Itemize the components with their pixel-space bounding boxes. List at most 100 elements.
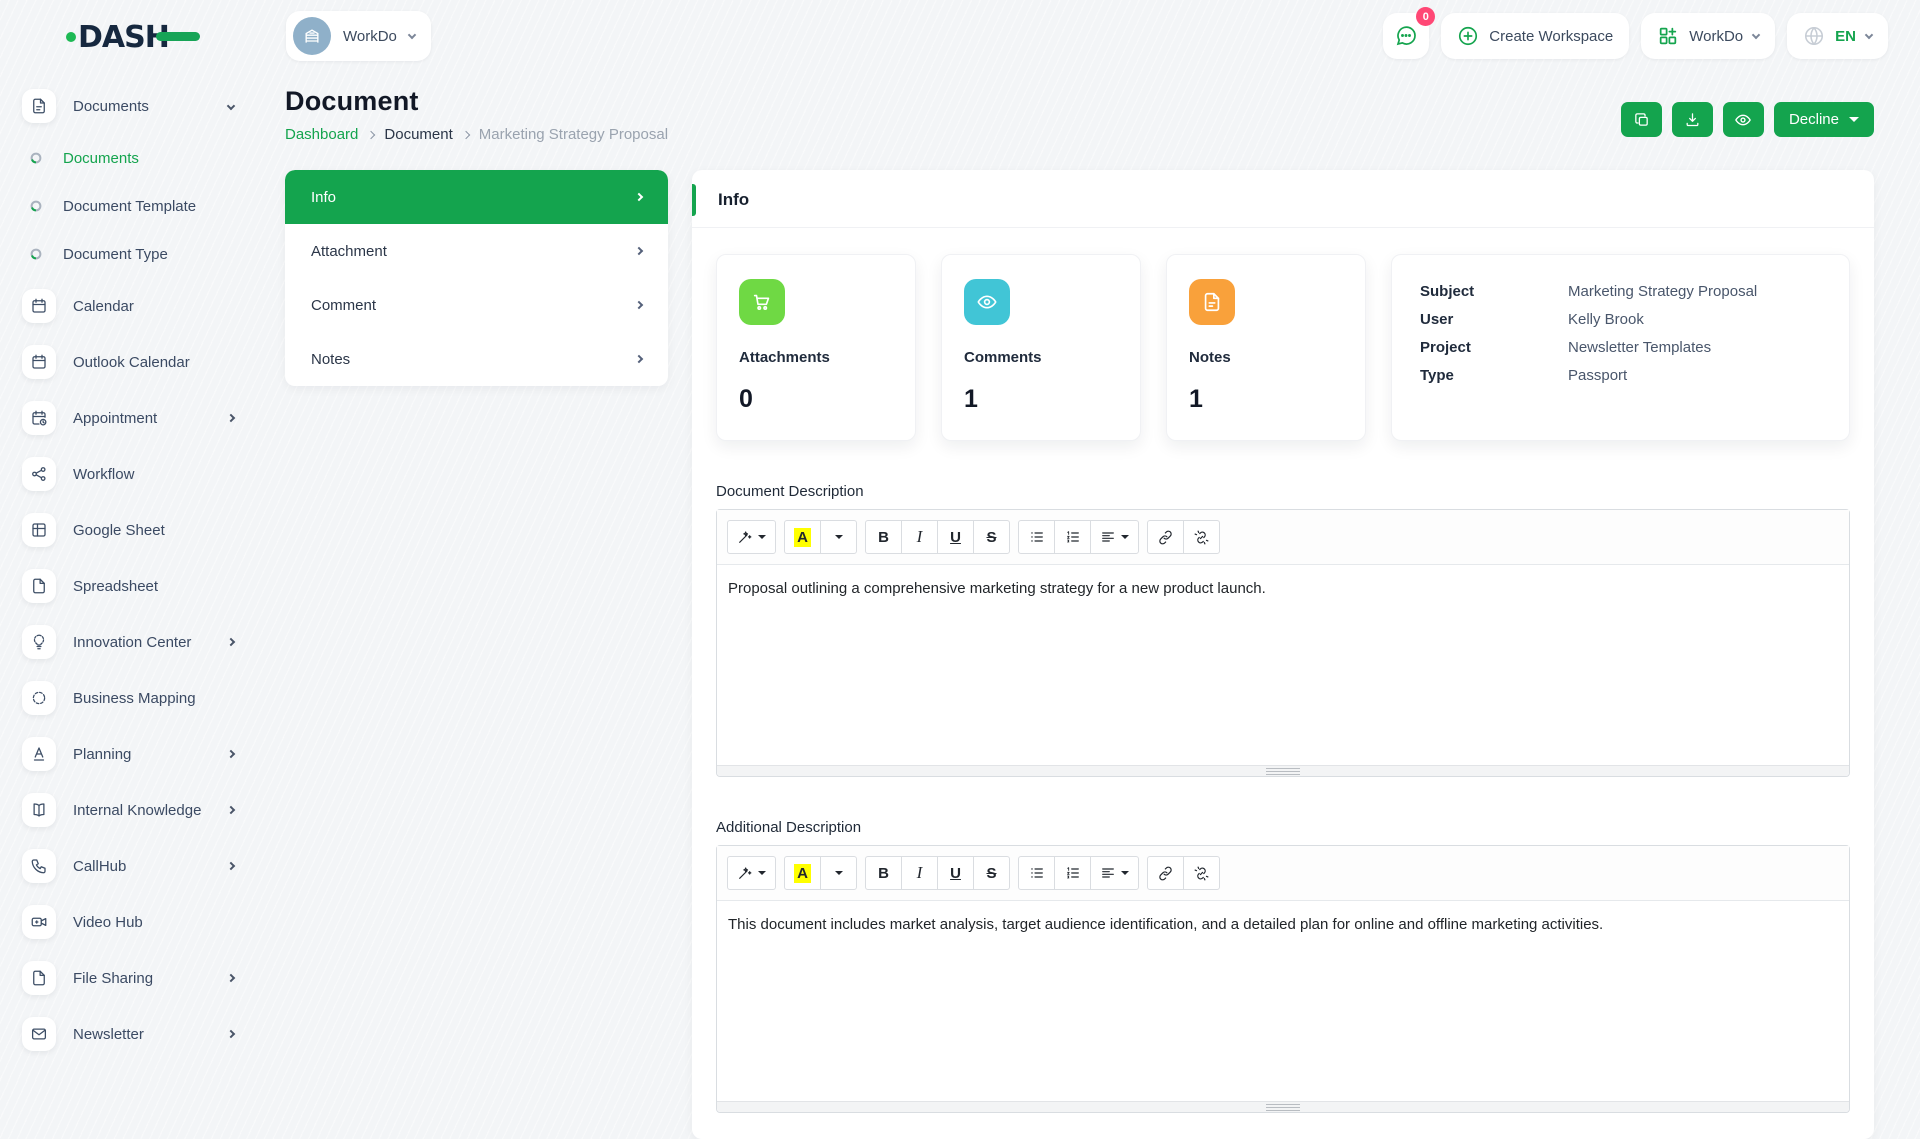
bold-button[interactable]: B bbox=[865, 856, 902, 890]
info-panel-header: Info bbox=[692, 170, 1874, 228]
italic-icon: I bbox=[916, 863, 923, 882]
link-icon bbox=[1157, 529, 1174, 546]
document-description-content[interactable]: Proposal outlining a comprehensive marke… bbox=[717, 565, 1849, 765]
sidebar-item-workflow[interactable]: Workflow bbox=[0, 446, 262, 502]
sidebar-item-spreadsheet[interactable]: Spreadsheet bbox=[0, 558, 262, 614]
sidebar-item-outlook-calendar[interactable]: Outlook Calendar bbox=[0, 334, 262, 390]
sidebar-item-document-type[interactable]: Document Type bbox=[0, 230, 262, 278]
strikethrough-button[interactable]: S bbox=[973, 520, 1010, 554]
detail-value: Marketing Strategy Proposal bbox=[1568, 283, 1758, 300]
sidebar-item-innovation-center[interactable]: Innovation Center bbox=[0, 614, 262, 670]
additional-description-content[interactable]: This document includes market analysis, … bbox=[717, 901, 1849, 1101]
tab-comment[interactable]: Comment bbox=[285, 278, 668, 332]
ordered-list-button[interactable] bbox=[1054, 520, 1091, 554]
tab-notes[interactable]: Notes bbox=[285, 332, 668, 386]
video-camera-icon bbox=[22, 905, 56, 939]
detail-label: Subject bbox=[1420, 283, 1475, 300]
sidebar-item-label: Google Sheet bbox=[73, 521, 165, 539]
document-description-editor: A B I U S Proposal outlining a comprehen… bbox=[716, 509, 1850, 777]
editor-resize-bar[interactable] bbox=[717, 1101, 1849, 1112]
workflow-icon bbox=[22, 457, 56, 491]
sidebar-item-internal-knowledge[interactable]: Internal Knowledge bbox=[0, 782, 262, 838]
tab-info[interactable]: Info bbox=[285, 170, 668, 224]
sidebar-item-newsletter[interactable]: Newsletter bbox=[0, 1006, 262, 1062]
ordered-list-button[interactable] bbox=[1054, 856, 1091, 890]
font-color-dropdown[interactable] bbox=[820, 856, 857, 890]
sidebar-item-calendar[interactable]: Calendar bbox=[0, 278, 262, 334]
sidebar-item-callhub[interactable]: CallHub bbox=[0, 838, 262, 894]
attachments-stat-card: Attachments 0 bbox=[716, 254, 916, 441]
font-color-dropdown[interactable] bbox=[820, 520, 857, 554]
sidebar-item-label: Innovation Center bbox=[73, 633, 192, 651]
workdo-menu-label: WorkDo bbox=[1689, 27, 1744, 45]
bold-button[interactable]: B bbox=[865, 520, 902, 554]
info-panel-title: Info bbox=[718, 190, 750, 209]
underline-button[interactable]: U bbox=[937, 856, 974, 890]
calendar-icon bbox=[22, 289, 56, 323]
sidebar-item-business-mapping[interactable]: Business Mapping bbox=[0, 670, 262, 726]
unlink-button[interactable] bbox=[1183, 520, 1220, 554]
create-workspace-button[interactable]: Create Workspace bbox=[1441, 13, 1630, 59]
info-panel: Info Attachments 0 Comments 1 Notes 1 Su… bbox=[692, 170, 1874, 1139]
detail-label: Type bbox=[1420, 367, 1454, 384]
table-icon bbox=[22, 513, 56, 547]
sidebar-item-file-sharing[interactable]: File Sharing bbox=[0, 950, 262, 1006]
editor-resize-bar[interactable] bbox=[717, 765, 1849, 776]
link-button[interactable] bbox=[1147, 856, 1184, 890]
copy-button[interactable] bbox=[1620, 102, 1662, 137]
paragraph-align-button[interactable] bbox=[1090, 856, 1139, 890]
style-button[interactable] bbox=[727, 856, 776, 890]
ordered-list-icon bbox=[1065, 529, 1081, 545]
unlink-icon bbox=[1193, 529, 1210, 546]
sidebar-item-label: Video Hub bbox=[73, 913, 143, 931]
style-button[interactable] bbox=[727, 520, 776, 554]
font-color-button[interactable]: A bbox=[784, 520, 821, 554]
italic-button[interactable]: I bbox=[901, 856, 938, 890]
messages-button[interactable]: 0 bbox=[1383, 7, 1436, 59]
sidebar-item-appointment[interactable]: Appointment bbox=[0, 390, 262, 446]
paragraph-align-button[interactable] bbox=[1090, 520, 1139, 554]
link-button[interactable] bbox=[1147, 520, 1184, 554]
breadcrumb-document[interactable]: Document bbox=[384, 126, 452, 143]
strikethrough-button[interactable]: S bbox=[973, 856, 1010, 890]
tab-attachment[interactable]: Attachment bbox=[285, 224, 668, 278]
italic-button[interactable]: I bbox=[901, 520, 938, 554]
sidebar-item-google-sheet[interactable]: Google Sheet bbox=[0, 502, 262, 558]
sidebar-item-label: Document Template bbox=[63, 197, 197, 215]
ordered-list-icon bbox=[1065, 865, 1081, 881]
additional-description-label: Additional Description bbox=[716, 819, 862, 836]
document-description-label: Document Description bbox=[716, 483, 864, 500]
download-button[interactable] bbox=[1671, 102, 1713, 137]
chevron-right-icon bbox=[226, 1029, 236, 1039]
unordered-list-button[interactable] bbox=[1018, 520, 1055, 554]
sidebar-item-documents-group[interactable]: Documents bbox=[0, 78, 262, 134]
sidebar-item-planning[interactable]: Planning bbox=[0, 726, 262, 782]
sidebar-item-label: Documents bbox=[73, 97, 149, 115]
sidebar-item-label: Workflow bbox=[73, 465, 135, 483]
messages-badge: 0 bbox=[1416, 7, 1436, 26]
caret-down-icon bbox=[1121, 535, 1129, 539]
breadcrumb-current: Marketing Strategy Proposal bbox=[478, 126, 669, 143]
unlink-button[interactable] bbox=[1183, 856, 1220, 890]
workdo-menu-button[interactable]: WorkDo bbox=[1641, 13, 1776, 59]
paragraph-align-icon bbox=[1100, 529, 1116, 545]
detail-value: Newsletter Templates bbox=[1568, 339, 1712, 356]
sidebar-item-documents[interactable]: Documents bbox=[0, 134, 262, 182]
page-title: Document bbox=[285, 86, 419, 116]
detail-value: Passport bbox=[1568, 367, 1628, 384]
preview-button[interactable] bbox=[1722, 102, 1764, 137]
font-color-icon: A bbox=[794, 527, 811, 547]
breadcrumb-dashboard-link[interactable]: Dashboard bbox=[285, 126, 358, 143]
sidebar: Documents Documents Document Template Do… bbox=[0, 72, 262, 1062]
font-color-button[interactable]: A bbox=[784, 856, 821, 890]
sidebar-item-video-hub[interactable]: Video Hub bbox=[0, 894, 262, 950]
unordered-list-button[interactable] bbox=[1018, 856, 1055, 890]
workspace-selector[interactable]: WorkDo bbox=[286, 11, 431, 61]
language-selector[interactable]: EN bbox=[1787, 13, 1888, 59]
sidebar-item-document-template[interactable]: Document Template bbox=[0, 182, 262, 230]
underline-button[interactable]: U bbox=[937, 520, 974, 554]
chat-bubble-icon bbox=[1394, 24, 1418, 48]
decline-button[interactable]: Decline bbox=[1773, 102, 1874, 137]
dash-logo[interactable]: DASH bbox=[64, 16, 204, 56]
tab-label: Attachment bbox=[311, 242, 387, 260]
